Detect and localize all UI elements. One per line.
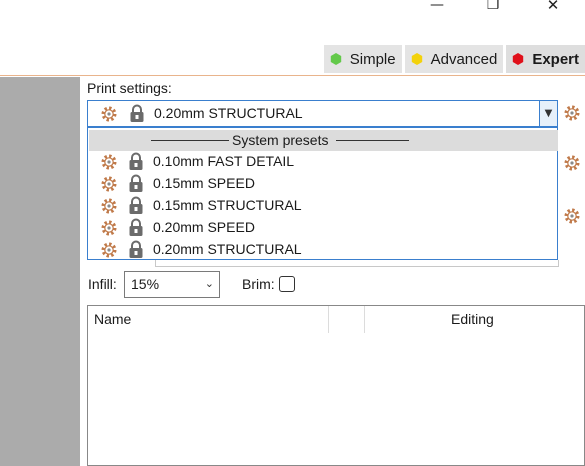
preset-option[interactable]: 0.20mm STRUCTURAL: [89, 239, 558, 261]
lock-icon: [129, 240, 143, 258]
gear-icon: [101, 198, 117, 214]
maximize-button[interactable]: ❐: [470, 0, 516, 14]
mode-simple-label: Simple: [349, 50, 396, 68]
preset-option[interactable]: 0.15mm STRUCTURAL: [89, 195, 558, 217]
gear-icon: [101, 176, 117, 192]
gear-icon: [101, 106, 117, 122]
selected-preset-text: 0.20mm STRUCTURAL: [154, 105, 303, 121]
mode-expert-label: Expert: [532, 50, 579, 68]
preset-option[interactable]: 0.20mm SPEED: [89, 217, 558, 239]
mode-advanced-button[interactable]: Advanced: [404, 45, 504, 73]
left-panel: [0, 77, 80, 466]
chevron-down-icon: ⌄: [204, 277, 214, 290]
hexagon-red-icon: [513, 53, 524, 65]
gear-icon: [101, 242, 117, 258]
lock-icon: [129, 152, 143, 170]
filament-gear-icon[interactable]: [563, 154, 581, 172]
mode-expert-button[interactable]: Expert: [506, 45, 585, 73]
hexagon-green-icon: [330, 53, 341, 65]
printer-gear-icon[interactable]: [563, 207, 581, 225]
brim-checkbox[interactable]: [279, 276, 295, 292]
brim-label: Brim:: [242, 276, 275, 292]
obscured-field: [155, 260, 559, 267]
settings-table: Name Editing: [87, 305, 585, 466]
print-preset-combo[interactable]: 0.20mm STRUCTURAL ▼: [87, 100, 558, 127]
preset-option-label: 0.20mm STRUCTURAL: [153, 241, 302, 257]
column-separator: [328, 306, 329, 333]
system-presets-header: System presets: [232, 132, 329, 148]
lock-icon: [130, 104, 144, 122]
preset-option[interactable]: 0.10mm FAST DETAIL: [89, 151, 558, 173]
print-settings-label: Print settings:: [87, 80, 172, 96]
minimize-button[interactable]: —: [414, 0, 460, 14]
title-bar: — ❐ ✕: [0, 0, 585, 42]
column-separator: [364, 306, 365, 333]
close-button[interactable]: ✕: [530, 0, 576, 14]
infill-label: Infill:: [88, 276, 117, 292]
mode-advanced-label: Advanced: [430, 50, 498, 68]
hexagon-yellow-icon: [411, 53, 422, 65]
lock-icon: [129, 218, 143, 236]
column-header-name[interactable]: Name: [94, 306, 131, 333]
gear-icon: [101, 220, 117, 236]
preset-option-label: 0.10mm FAST DETAIL: [153, 153, 295, 169]
preset-option-label: 0.15mm STRUCTURAL: [153, 197, 302, 213]
dropdown-group-header: System presets: [89, 130, 558, 151]
header-rule-left: [151, 140, 229, 141]
lock-icon: [129, 196, 143, 214]
infill-select[interactable]: 15% ⌄: [124, 271, 220, 298]
chevron-down-icon[interactable]: ▼: [539, 101, 557, 126]
preset-option-label: 0.20mm SPEED: [153, 219, 255, 235]
preset-dropdown-list: System presets 0.10mm FAST DETAIL 0.15mm…: [87, 127, 558, 260]
lock-icon: [129, 174, 143, 192]
preset-option[interactable]: 0.15mm SPEED: [89, 173, 558, 195]
mode-simple-button[interactable]: Simple: [323, 45, 402, 73]
preset-option-label: 0.15mm SPEED: [153, 175, 255, 191]
mode-selector: Simple Advanced Expert: [323, 45, 585, 73]
edit-preset-gear-icon[interactable]: [563, 104, 581, 122]
infill-value: 15%: [131, 276, 160, 292]
header-rule-right: [336, 140, 409, 141]
column-header-editing[interactable]: Editing: [451, 306, 494, 333]
gear-icon: [101, 154, 117, 170]
